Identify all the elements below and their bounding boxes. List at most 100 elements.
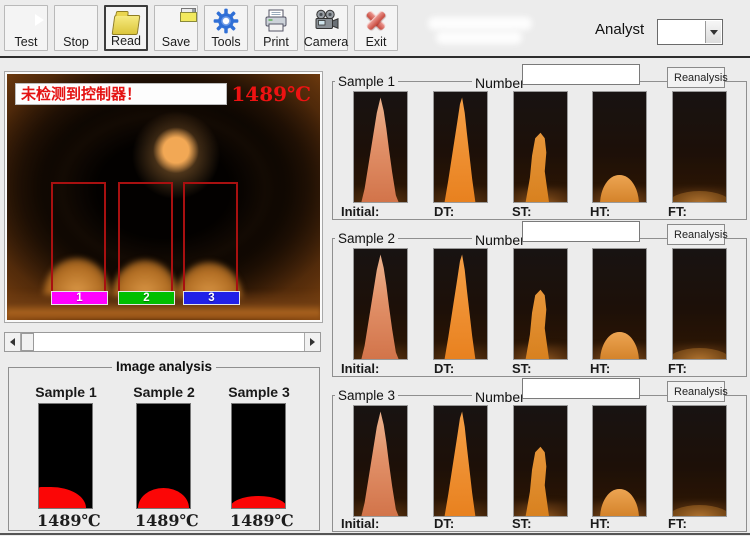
analyst-select[interactable] (657, 19, 723, 45)
sample-3-reanalysis-button[interactable]: Reanalysis (667, 381, 725, 402)
cone-shape (600, 332, 638, 361)
stage-thumbnail-dt (433, 405, 488, 517)
stage-thumbnail-initial (353, 91, 408, 203)
sample-1-panel: Sample 1 Number Reanalysis Initial: DT: … (332, 62, 747, 220)
furnace-image: 1 2 3 未检测到控制器！ 1489℃ (7, 74, 320, 320)
stage-thumbnail-dt (433, 248, 488, 360)
cone-shape (354, 406, 407, 516)
number-label: Number (472, 389, 528, 405)
number-label: Number (472, 75, 528, 91)
stage-label-ht: HT: (590, 516, 610, 531)
stage-thumbnail-ht (592, 405, 647, 517)
stage-thumbnail-st (513, 405, 568, 517)
cone-shape (514, 249, 567, 359)
cone-shape (354, 92, 407, 202)
stage-label-dt: DT: (434, 204, 454, 219)
region-tag-1: 1 (51, 291, 108, 305)
stage-label-ft: FT: (668, 361, 687, 376)
chevron-down-icon[interactable] (705, 21, 721, 43)
tools-button-label: Tools (211, 35, 240, 50)
analysis-temp-2: 1489℃ (135, 511, 199, 530)
stage-label-ft: FT: (668, 204, 687, 219)
sample-3-title: Sample 3 (335, 388, 398, 403)
stage-thumbnail-ft (672, 91, 727, 203)
sample-3-number-input[interactable] (522, 378, 640, 399)
stage-thumbnail-initial (353, 405, 408, 517)
test-button-label: Test (15, 35, 38, 50)
stop-button[interactable]: Stop (54, 5, 98, 51)
cone-shape (672, 191, 727, 203)
camera-icon (313, 8, 339, 34)
stage-label-ht: HT: (590, 204, 610, 219)
stage-label-dt: DT: (434, 516, 454, 531)
sample-2-number-input[interactable] (522, 221, 640, 242)
stage-label-initial: Initial: (341, 516, 379, 531)
furnace-camera-view: 1 2 3 未检测到控制器！ 1489℃ (5, 72, 322, 322)
image-analysis-group: Image analysis Sample 1 Sample 2 Sample … (8, 367, 320, 531)
close-icon (363, 8, 389, 34)
print-button[interactable]: Print (254, 5, 298, 51)
tools-button[interactable]: Tools (204, 5, 248, 51)
sample-3-panel: Sample 3 Number Reanalysis Initial: DT: … (332, 376, 747, 534)
cone-silhouette (231, 496, 286, 508)
stage-thumbnail-dt (433, 91, 488, 203)
sample-2-title: Sample 2 (335, 231, 398, 246)
region-tag-2: 2 (118, 291, 175, 305)
stage-label-st: ST: (512, 204, 532, 219)
roi-rectangle-3 (183, 182, 238, 293)
region-tag-3: 3 (183, 291, 240, 305)
controller-alert: 未检测到控制器！ (15, 83, 227, 105)
roi-rectangle-2 (118, 182, 173, 293)
save-button[interactable]: Save (154, 5, 198, 51)
read-button[interactable]: Read (104, 5, 148, 51)
test-button[interactable]: Test (4, 5, 48, 51)
toolbar: Test Stop Read Save (0, 0, 750, 56)
stage-label-initial: Initial: (341, 204, 379, 219)
stage-thumbnail-ft (672, 405, 727, 517)
cone-shape (514, 406, 567, 516)
stage-thumbnail-ft (672, 248, 727, 360)
analysis-temp-1: 1489℃ (37, 511, 101, 530)
exit-button[interactable]: Exit (354, 5, 398, 51)
cone-shape (600, 489, 638, 518)
stage-thumbnail-st (513, 91, 568, 203)
stage-thumbnail-st (513, 248, 568, 360)
scrollbar-thumb[interactable] (21, 333, 34, 351)
analysis-thumbnail-3 (231, 403, 286, 509)
camera-button[interactable]: Camera (304, 5, 348, 51)
gear-icon (213, 8, 239, 34)
cone-shape (672, 348, 727, 360)
analysis-sample-3-name: Sample 3 (219, 384, 299, 400)
cone-shape (434, 92, 487, 202)
toolbar-separator (0, 56, 750, 58)
redacted-area (428, 17, 532, 30)
stage-label-initial: Initial: (341, 361, 379, 376)
stage-label-ft: FT: (668, 516, 687, 531)
stage-thumbnail-initial (353, 248, 408, 360)
scroll-right-arrow[interactable] (304, 333, 320, 351)
sample-2-panel: Sample 2 Number Reanalysis Initial: DT: … (332, 219, 747, 377)
sample-1-number-input[interactable] (522, 64, 640, 85)
analysis-thumbnail-2 (136, 403, 191, 509)
exit-button-label: Exit (366, 35, 387, 50)
print-button-label: Print (263, 35, 289, 50)
read-button-label: Read (111, 34, 141, 49)
cone-shape (434, 406, 487, 516)
furnace-temperature: 1489℃ (231, 82, 311, 106)
floppy-icon (163, 8, 189, 34)
stage-label-ht: HT: (590, 361, 610, 376)
stage-thumbnail-ht (592, 248, 647, 360)
analysis-sample-2-name: Sample 2 (124, 384, 204, 400)
scroll-left-arrow[interactable] (5, 333, 21, 351)
stop-button-label: Stop (63, 35, 89, 50)
camera-scrollbar[interactable] (4, 332, 321, 352)
cone-silhouette (38, 487, 86, 508)
cone-silhouette (138, 488, 189, 508)
sample-2-reanalysis-button[interactable]: Reanalysis (667, 224, 725, 245)
folder-icon (113, 8, 139, 34)
pause-icon (63, 8, 89, 34)
analysis-thumbnail-1 (38, 403, 93, 509)
play-icon (13, 8, 39, 34)
analysis-sample-1-name: Sample 1 (26, 384, 106, 400)
sample-1-reanalysis-button[interactable]: Reanalysis (667, 67, 725, 88)
